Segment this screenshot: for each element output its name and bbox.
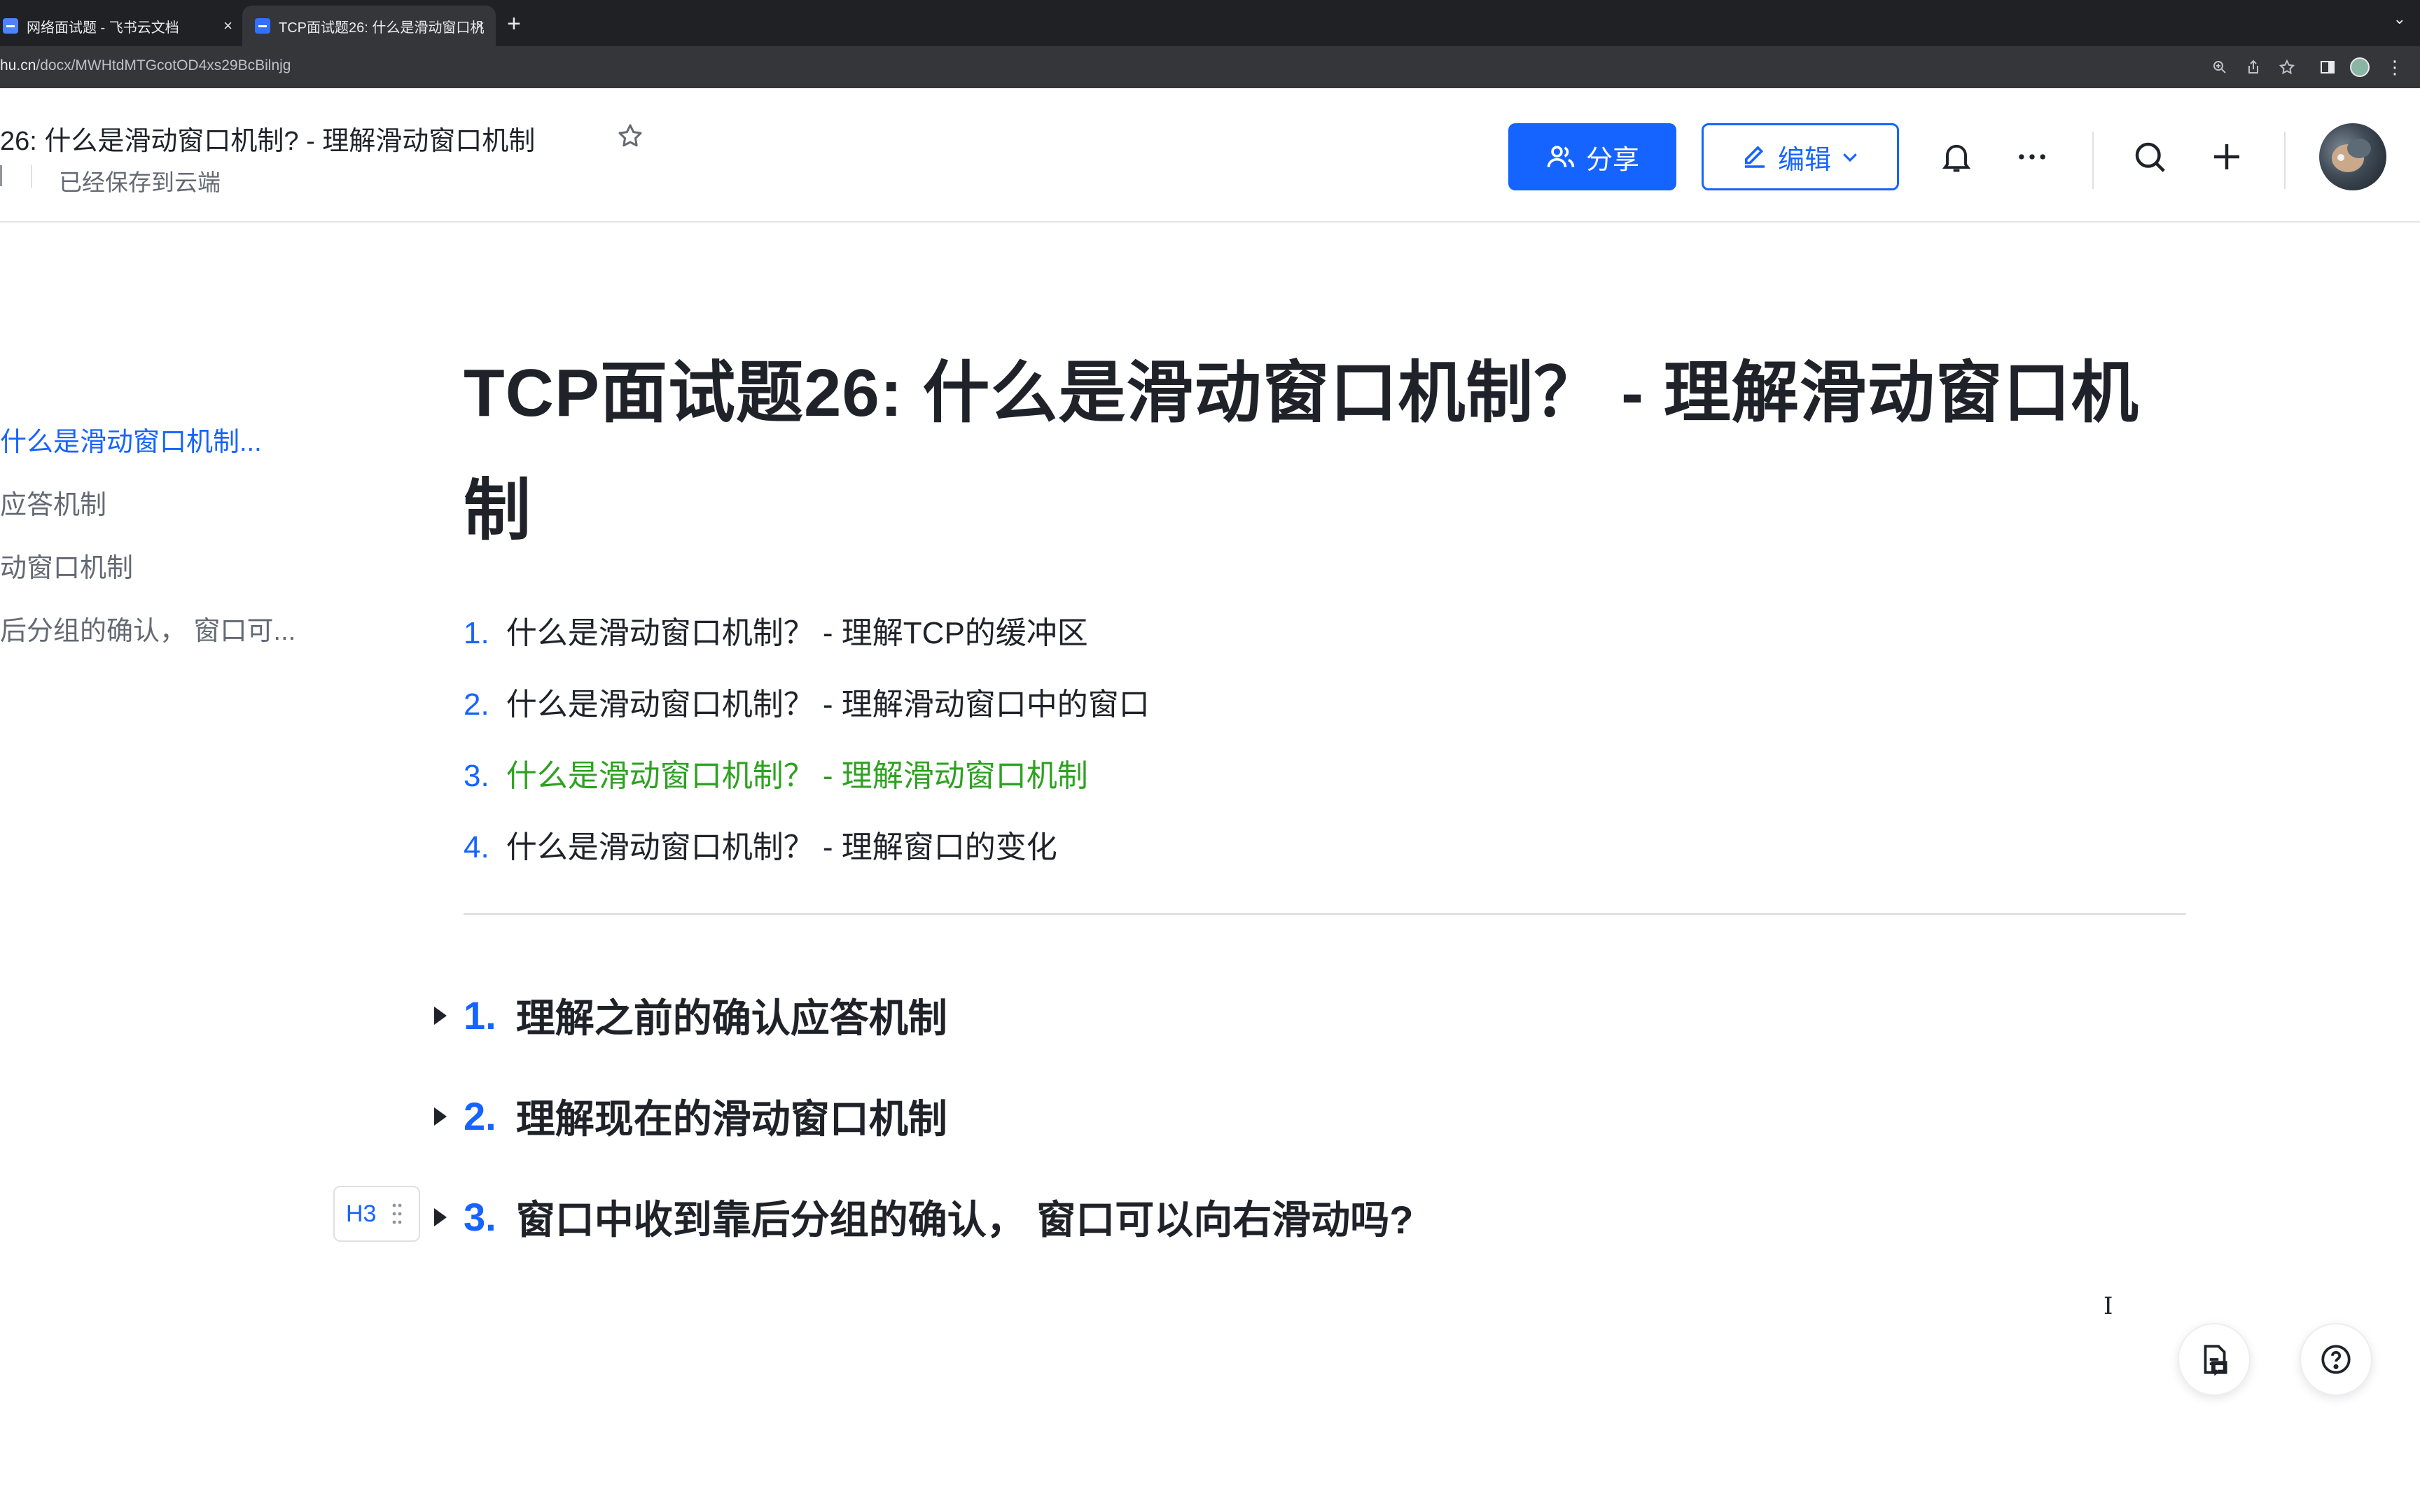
chevron-down-icon <box>1843 153 1857 162</box>
divider <box>464 913 2186 915</box>
outline-item[interactable]: 什么是滑动窗口机制... <box>0 420 262 458</box>
tab-title: 网络面试题 - 飞书云文档 <box>27 20 179 36</box>
toc-number: 3. <box>464 759 489 793</box>
edit-label: 编辑 <box>1777 145 1831 175</box>
divider <box>31 165 32 188</box>
heading-text: 理解现在的滑动窗口机制 <box>515 1097 947 1141</box>
edit-mode-button[interactable]: 编辑 <box>1702 123 1899 190</box>
browser-tab-active[interactable]: TCP面试题26: 什么是滑动窗口机 × <box>242 6 496 46</box>
drag-handle-icon[interactable] <box>391 1203 403 1225</box>
collapse-triangle-icon[interactable] <box>434 1208 447 1226</box>
browser-tab-bar: 网络面试题 - 飞书云文档 × TCP面试题26: 什么是滑动窗口机 × + ⌄ <box>0 0 2420 46</box>
toc-item[interactable]: 4. 什么是滑动窗口机制？ - 理解窗口的变化 <box>464 822 1057 867</box>
avatar[interactable] <box>2319 123 2386 190</box>
collapsible-heading[interactable]: 2. 理解现在的滑动窗口机制 <box>434 1088 947 1144</box>
close-icon[interactable]: × <box>475 17 485 35</box>
url-path: /docx/MWHtdMTGcotOD4xs29BcBilnjg <box>36 57 291 74</box>
heading-number: 1. <box>464 993 496 1037</box>
zoom-icon[interactable] <box>2210 57 2230 77</box>
tab-title: TCP面试题26: 什么是滑动窗口机 <box>279 20 485 36</box>
outline-item[interactable]: 动窗口机制 <box>0 546 133 584</box>
doc-favicon-icon <box>3 18 18 34</box>
share-page-icon[interactable] <box>2244 57 2263 77</box>
pencil-icon <box>1744 146 1765 168</box>
help-icon <box>2321 1345 2351 1374</box>
heading-text: 窗口中收到靠后分组的确认， 窗口可以向右滑动吗? <box>515 1198 1414 1242</box>
help-button[interactable] <box>2300 1323 2372 1396</box>
divider <box>2092 132 2094 189</box>
share-button[interactable]: 分享 <box>1508 123 1676 190</box>
collapsible-heading[interactable]: 3. 窗口中收到靠后分组的确认， 窗口可以向右滑动吗? <box>434 1189 1413 1245</box>
browser-menu-icon[interactable]: ⋮ <box>2385 57 2405 77</box>
doc-favicon-icon <box>255 18 270 34</box>
toc-number: 2. <box>464 687 489 722</box>
save-status: 已经保存到云端 <box>59 169 221 195</box>
heading-level-badge: H3 <box>346 1200 376 1228</box>
outline-item[interactable]: 后分组的确认， 窗口可... <box>0 609 295 648</box>
more-icon[interactable] <box>2012 137 2052 176</box>
document-title[interactable]: TCP面试题26: 什么是滑动窗口机制？ - 理解滑动窗口机制 <box>464 335 2172 570</box>
heading-number: 3. <box>464 1195 496 1239</box>
collapse-triangle-icon[interactable] <box>434 1107 447 1126</box>
profile-icon[interactable] <box>2350 57 2370 77</box>
doc-title[interactable]: 26: 什么是滑动窗口机制? - 理解滑动窗口机制 <box>0 119 535 158</box>
collapse-triangle-icon[interactable] <box>434 1006 447 1025</box>
toc-text: 什么是滑动窗口机制？ - 理解滑动窗口中的窗口 <box>506 687 1150 722</box>
bookmark-star-icon[interactable] <box>2277 57 2297 77</box>
search-icon[interactable] <box>2130 137 2169 176</box>
heading-number: 2. <box>464 1094 496 1138</box>
collapsible-heading[interactable]: 1. 理解之前的确认应答机制 <box>434 987 947 1044</box>
toc-text: 什么是滑动窗口机制？ - 理解窗口的变化 <box>506 830 1057 864</box>
comment-panel-icon <box>2204 1345 2227 1376</box>
toc-number: 4. <box>464 830 489 864</box>
url-field[interactable]: hu.cn/docx/MWHtdMTGcotOD4xs29BcBilnjg <box>0 57 291 74</box>
browser-tab[interactable]: 网络面试题 - 飞书云文档 × <box>0 6 239 46</box>
toc-number: 1. <box>464 616 489 650</box>
toc-text: 什么是滑动窗口机制？ - 理解TCP的缓冲区 <box>506 616 1088 650</box>
text-cursor-icon: I <box>2103 1292 2113 1320</box>
bell-icon[interactable] <box>1937 137 1976 176</box>
toc-item[interactable]: 1. 什么是滑动窗口机制？ - 理解TCP的缓冲区 <box>464 608 1088 652</box>
divider <box>2284 132 2286 189</box>
side-panel-icon[interactable] <box>2318 57 2337 77</box>
outline-item[interactable]: 应答机制 <box>0 483 106 522</box>
chevron-down-icon[interactable]: ⌄ <box>2393 10 2406 28</box>
block-type-handle[interactable]: H3 <box>333 1186 420 1242</box>
toc-item[interactable]: 2. 什么是滑动窗口机制？ - 理解滑动窗口中的窗口 <box>464 679 1150 724</box>
toc-item-current[interactable]: 3. 什么是滑动窗口机制？ - 理解滑动窗口机制 <box>464 750 1088 795</box>
heading-text: 理解之前的确认应答机制 <box>515 996 947 1040</box>
url-host: hu.cn <box>0 57 36 74</box>
new-tab-plus-icon[interactable]: + <box>507 10 521 38</box>
plus-icon[interactable] <box>2207 137 2246 176</box>
heading-tag-text: H3 <box>346 1200 377 1227</box>
users-icon <box>1547 146 1575 167</box>
share-label: 分享 <box>1585 145 1639 175</box>
doc-header: 26: 什么是滑动窗口机制? - 理解滑动窗口机制 已经保存到云端 分享 编辑 <box>0 88 2420 223</box>
toc-text: 什么是滑动窗口机制？ - 理解滑动窗口机制 <box>506 759 1088 793</box>
address-bar: hu.cn/docx/MWHtdMTGcotOD4xs29BcBilnjg ⋮ <box>0 46 2420 88</box>
location-fragment <box>0 165 4 186</box>
star-icon[interactable] <box>616 122 644 150</box>
close-icon[interactable]: × <box>223 17 232 35</box>
comment-panel-button[interactable] <box>2178 1323 2251 1396</box>
